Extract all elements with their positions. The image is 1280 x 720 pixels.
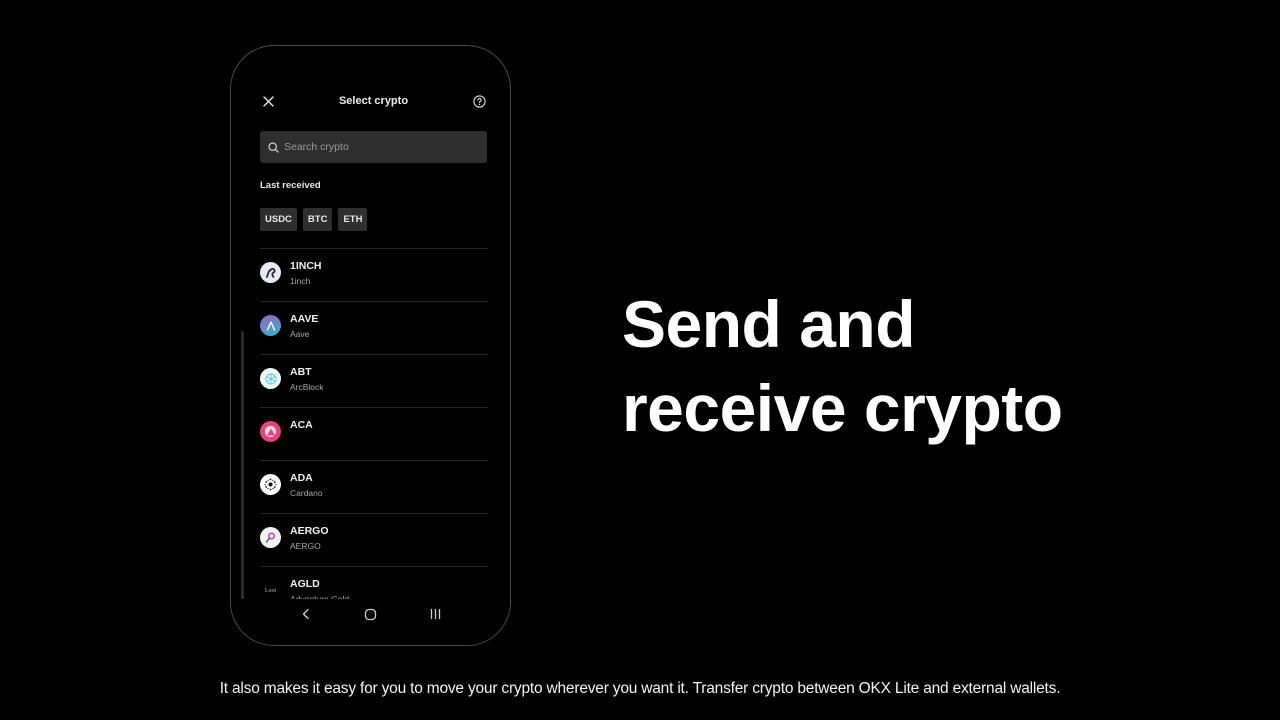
back-chevron-icon xyxy=(302,608,309,620)
coin-symbol: AAVE xyxy=(290,313,319,325)
nav-recents-button[interactable] xyxy=(424,602,448,626)
headline-line-2: receive crypto xyxy=(622,371,1063,445)
chip-eth[interactable]: ETH xyxy=(338,208,368,231)
coin-name: 1inch xyxy=(290,276,311,286)
last-received-chips: USDC BTC ETH xyxy=(260,208,368,231)
headline: Send and receive crypto xyxy=(622,282,1063,450)
arcblock-logo-icon xyxy=(260,368,281,389)
close-button[interactable] xyxy=(259,92,277,110)
loot-logo-text: Loot xyxy=(264,587,277,594)
1inch-logo-icon xyxy=(260,262,281,283)
list-item-1inch[interactable]: 1INCH 1inch xyxy=(260,248,488,301)
home-icon xyxy=(364,608,377,620)
coin-name: AERGO xyxy=(290,541,321,551)
coin-symbol: ABT xyxy=(290,366,312,378)
top-bar: Select crypto xyxy=(259,90,488,112)
search-icon xyxy=(268,141,279,153)
coin-symbol: ADA xyxy=(290,472,313,484)
recent-apps-icon xyxy=(430,608,441,620)
list-item-aave[interactable]: AAVE Aave xyxy=(260,301,488,354)
crypto-list: 1INCH 1inch AAVE Aave ABT ArcBlock ACA A… xyxy=(260,248,488,603)
caption-subtitle: It also makes it easy for you to move yo… xyxy=(219,680,1061,697)
help-button[interactable] xyxy=(470,92,488,110)
search-input[interactable] xyxy=(284,141,474,153)
nav-back-button[interactable] xyxy=(294,602,318,626)
aave-logo-icon xyxy=(260,315,281,336)
cardano-logo-icon xyxy=(260,474,281,495)
nav-home-button[interactable] xyxy=(359,602,383,626)
list-item-agld[interactable]: Loot AGLD Adventure Gold xyxy=(260,566,488,603)
list-item-aergo[interactable]: AERGO AERGO xyxy=(260,513,488,566)
chip-btc[interactable]: BTC xyxy=(302,208,333,231)
search-field[interactable] xyxy=(260,131,487,163)
select-crypto-screen: Select crypto Last received USDC BTC ETH… xyxy=(231,46,510,645)
coin-name: ArcBlock xyxy=(290,382,324,392)
last-received-label: Last received xyxy=(260,180,321,191)
list-scrollbar[interactable] xyxy=(241,331,244,616)
close-icon xyxy=(262,95,274,107)
help-circle-icon xyxy=(472,94,486,108)
coin-symbol: ACA xyxy=(290,419,313,431)
coin-symbol: AERGO xyxy=(290,525,329,537)
loot-logo-icon: Loot xyxy=(260,580,281,601)
aergo-logo-icon xyxy=(260,527,281,548)
list-item-ada[interactable]: ADA Cardano xyxy=(260,460,488,513)
coin-symbol: AGLD xyxy=(290,578,320,590)
list-item-abt[interactable]: ABT ArcBlock xyxy=(260,354,488,407)
coin-symbol: 1INCH xyxy=(290,260,322,272)
android-nav-bar xyxy=(231,599,510,645)
chip-usdc[interactable]: USDC xyxy=(260,208,297,231)
screen-title: Select crypto xyxy=(338,95,409,107)
phone-frame: Select crypto Last received USDC BTC ETH… xyxy=(230,45,511,646)
coin-name: Aave xyxy=(290,329,310,339)
headline-line-1: Send and xyxy=(622,287,916,361)
coin-name: Cardano xyxy=(290,488,323,498)
acala-logo-icon xyxy=(260,421,281,442)
list-item-aca[interactable]: ACA xyxy=(260,407,488,460)
